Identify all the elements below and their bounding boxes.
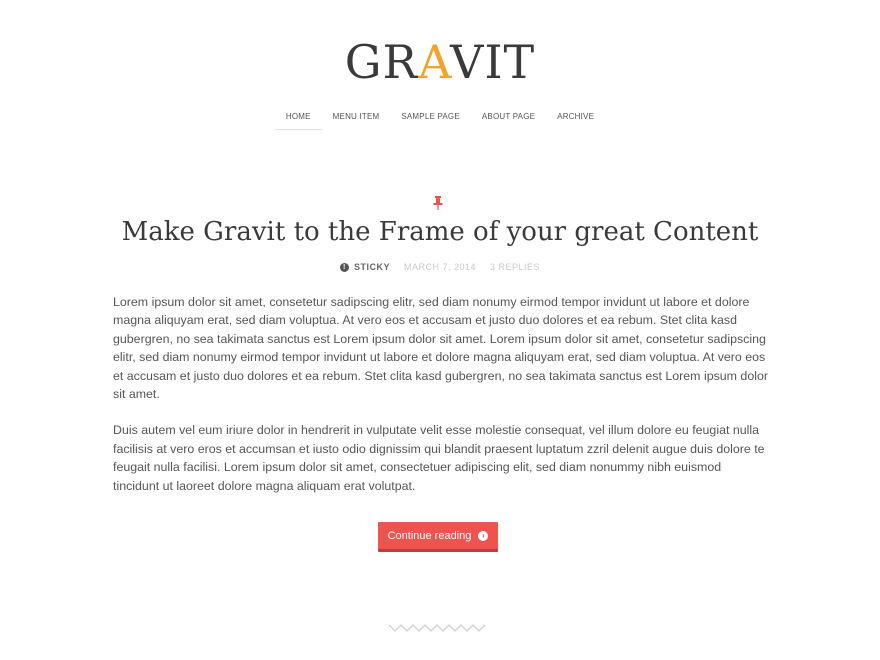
chevron-right-circle-icon: › bbox=[478, 530, 489, 541]
continue-reading-label: Continue reading bbox=[387, 529, 472, 542]
post-title[interactable]: Make Gravit to the Frame of your great C… bbox=[0, 212, 880, 252]
post-content: Lorem ipsum dolor sit amet, consetetur s… bbox=[113, 293, 769, 513]
post-date-link[interactable]: MARCH 7, 2014 bbox=[404, 262, 476, 272]
logo-text-accent: A bbox=[418, 35, 451, 89]
sticky-badge: ! STICKY bbox=[339, 262, 390, 272]
continue-reading-button[interactable]: Continue reading › bbox=[378, 522, 498, 552]
nav-item-archive[interactable]: ARCHIVE bbox=[546, 109, 605, 130]
nav-item-menu-item[interactable]: MENU ITEM bbox=[322, 109, 391, 130]
logo-text-start: GR bbox=[344, 35, 419, 89]
pushpin-icon bbox=[433, 196, 443, 210]
info-icon: ! bbox=[339, 262, 349, 272]
nav-item-home[interactable]: HOME bbox=[274, 109, 322, 130]
site-logo[interactable]: GRAVIT bbox=[0, 36, 880, 88]
post-paragraph: Duis autem vel eum iriure dolor in hendr… bbox=[113, 423, 765, 493]
zigzag-divider-icon bbox=[389, 624, 486, 632]
post-paragraph: Lorem ipsum dolor sit amet, consetetur s… bbox=[113, 295, 768, 402]
main-navigation: HOME MENU ITEM SAMPLE PAGE ABOUT PAGE AR… bbox=[0, 109, 880, 130]
logo-text-end: VIT bbox=[450, 35, 536, 89]
post-replies-link[interactable]: 3 REPLIES bbox=[490, 262, 540, 272]
nav-item-about-page[interactable]: ABOUT PAGE bbox=[471, 109, 546, 130]
nav-item-sample-page[interactable]: SAMPLE PAGE bbox=[390, 109, 471, 130]
sticky-label: STICKY bbox=[353, 262, 390, 272]
post-meta: ! STICKY MARCH 7, 2014 3 REPLIES bbox=[0, 262, 880, 272]
